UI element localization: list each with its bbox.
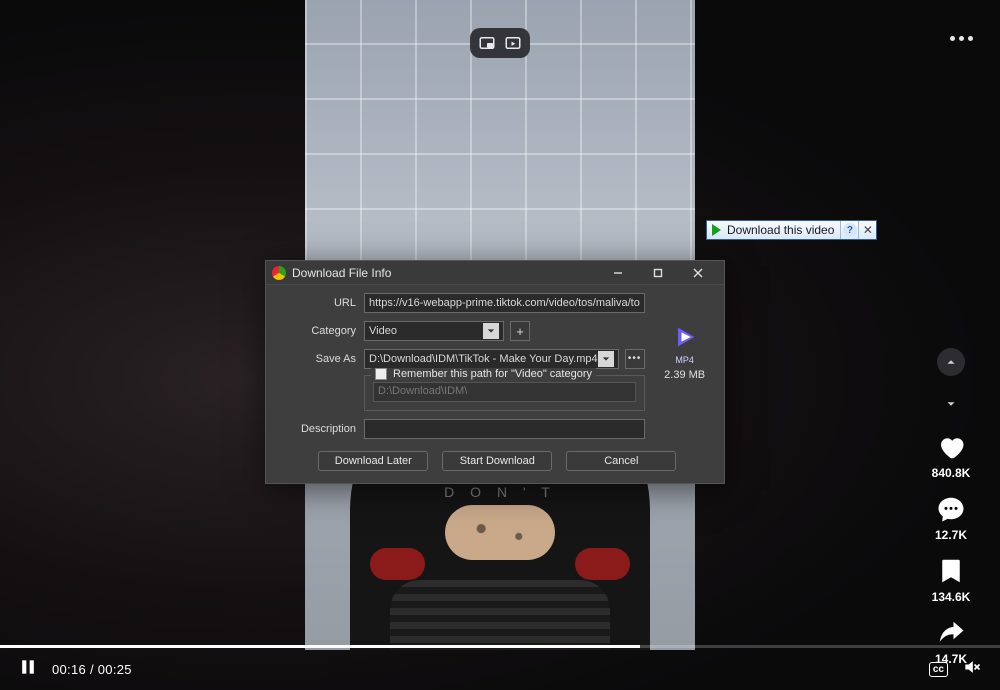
remember-path-checkbox[interactable] — [375, 368, 387, 380]
chevron-up-icon — [944, 355, 958, 369]
repost-overlay-icon[interactable] — [504, 34, 522, 52]
idm-download-bar-label: Download this video — [727, 223, 840, 237]
start-download-button[interactable]: Start Download — [442, 451, 552, 471]
remember-path-label: Remember this path for "Video" category — [393, 368, 592, 380]
more-menu-button[interactable] — [946, 28, 976, 48]
add-category-button[interactable]: + — [510, 321, 530, 341]
description-input[interactable] — [364, 419, 645, 439]
dialog-titlebar[interactable]: Download File Info — [266, 261, 724, 285]
comment-count: 12.7K — [935, 528, 967, 542]
window-minimize-button[interactable] — [598, 261, 638, 285]
video-overlay-pill — [470, 28, 530, 58]
prev-video-button[interactable] — [937, 348, 965, 376]
url-label: URL — [278, 297, 356, 309]
save-as-label: Save As — [278, 353, 356, 365]
mute-button[interactable] — [962, 657, 982, 682]
shirt-text: D O N ' T — [444, 484, 556, 500]
chevron-down-icon — [944, 397, 958, 411]
next-video-button[interactable] — [937, 390, 965, 418]
file-size: 2.39 MB — [664, 369, 705, 381]
floating-window-icon[interactable] — [478, 34, 496, 52]
file-play-icon — [671, 323, 699, 351]
description-label: Description — [278, 423, 356, 435]
idm-download-bar[interactable]: Download this video ? ✕ — [706, 220, 877, 240]
remember-path-group: Remember this path for "Video" category … — [364, 375, 645, 411]
player-controls: 00:16 / 00:25 cc — [0, 648, 1000, 690]
idm-dialog: Download File Info URL MP4 2.39 MB Categ… — [265, 260, 725, 484]
bookmark-count: 134.6K — [932, 590, 971, 604]
share-icon — [936, 618, 966, 648]
bookmark-icon — [936, 556, 966, 586]
volume-muted-icon — [962, 657, 982, 677]
cancel-button[interactable]: Cancel — [566, 451, 676, 471]
window-maximize-button[interactable] — [638, 261, 678, 285]
comment-button[interactable]: 12.7K — [935, 494, 967, 542]
play-icon — [712, 224, 721, 236]
category-label: Category — [278, 325, 356, 337]
category-value: Video — [369, 325, 397, 337]
captions-button[interactable]: cc — [929, 662, 948, 677]
action-rail: 840.8K 12.7K 134.6K 14.7K — [926, 348, 976, 666]
pause-icon — [18, 657, 38, 677]
pause-button[interactable] — [18, 657, 38, 682]
remember-path-field: D:\Download\IDM\ — [373, 382, 636, 402]
save-as-value: D:\Download\IDM\TikTok - Make Your Day.m… — [369, 353, 598, 365]
chevron-down-icon — [483, 323, 499, 339]
file-extension: MP4 — [675, 355, 694, 365]
category-select[interactable]: Video — [364, 321, 504, 341]
minimize-icon — [613, 268, 623, 278]
download-later-button[interactable]: Download Later — [318, 451, 428, 471]
idm-help-button[interactable]: ? — [840, 221, 858, 239]
browse-button[interactable]: ••• — [625, 349, 645, 369]
save-as-select[interactable]: D:\Download\IDM\TikTok - Make Your Day.m… — [364, 349, 619, 369]
dialog-title: Download File Info — [292, 266, 598, 280]
like-button[interactable]: 840.8K — [932, 432, 971, 480]
time-display: 00:16 / 00:25 — [52, 662, 132, 677]
window-close-button[interactable] — [678, 261, 718, 285]
chevron-down-icon — [598, 351, 614, 367]
maximize-icon — [653, 268, 663, 278]
heart-icon — [936, 432, 966, 462]
comment-icon — [936, 494, 966, 524]
bookmark-button[interactable]: 134.6K — [932, 556, 971, 604]
close-icon — [693, 268, 703, 278]
idm-close-button[interactable]: ✕ — [858, 221, 876, 239]
file-info-panel: MP4 2.39 MB — [653, 323, 717, 381]
like-count: 840.8K — [932, 466, 971, 480]
idm-app-icon — [272, 266, 286, 280]
url-input[interactable] — [364, 293, 645, 313]
